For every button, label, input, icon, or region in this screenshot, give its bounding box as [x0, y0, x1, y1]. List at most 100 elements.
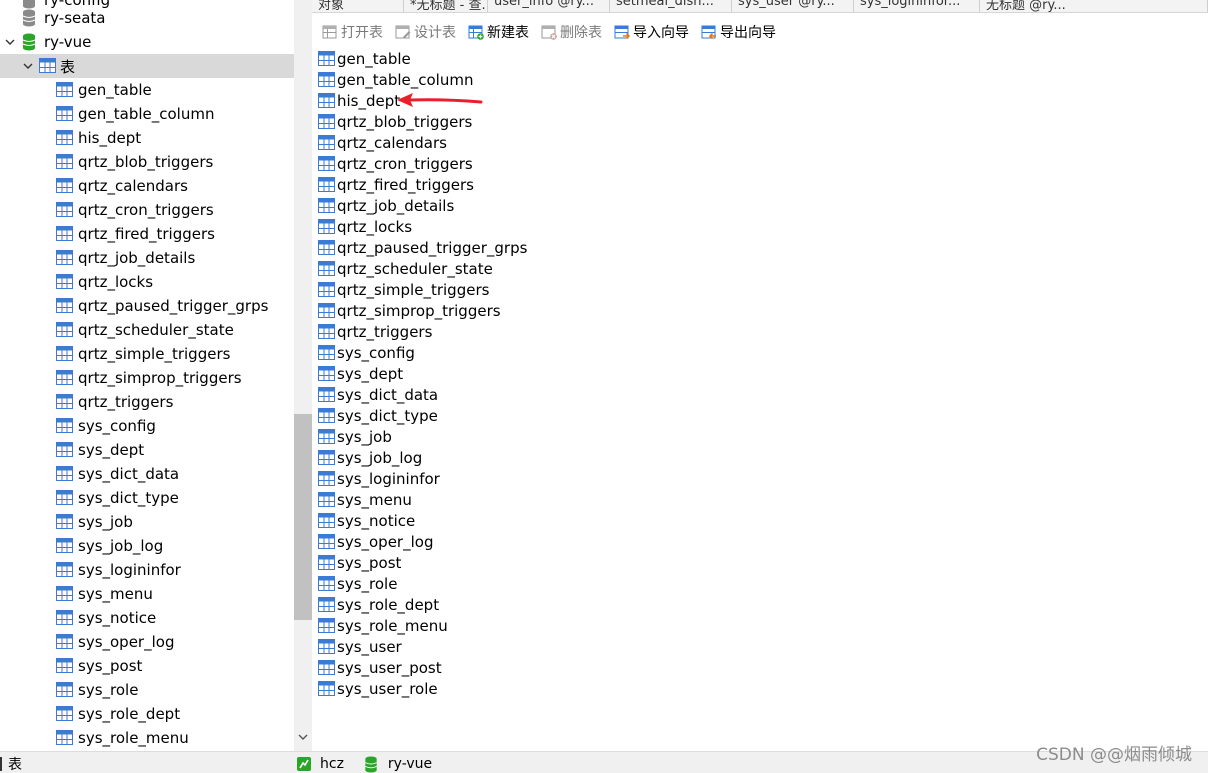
import-wizard-button[interactable]: 导入向导 — [610, 19, 689, 45]
object-list-item[interactable]: sys_job_log — [318, 447, 422, 468]
tab-sys-logininfor[interactable]: sys_logininfor... — [854, 0, 980, 12]
tab-label: *无标题 - 查... — [410, 0, 488, 12]
tree-item-ry-seata[interactable]: ry-seata — [0, 6, 294, 30]
new-table-button[interactable]: 新建表 — [464, 19, 529, 45]
tree-item-table[interactable]: sys_menu — [0, 582, 294, 606]
tree-item-table[interactable]: qrtz_fired_triggers — [0, 222, 294, 246]
status-right: hcz ry-vue — [294, 754, 448, 773]
tree-item-table[interactable]: sys_post — [0, 654, 294, 678]
tab-sys-user[interactable]: sys_user @ry... — [732, 0, 854, 12]
object-name: qrtz_simprop_triggers — [337, 301, 501, 320]
tree-item-table[interactable]: sys_config — [0, 414, 294, 438]
tree-item-table[interactable]: qrtz_locks — [0, 270, 294, 294]
object-list-item[interactable]: qrtz_simprop_triggers — [318, 300, 501, 321]
object-list-item[interactable]: sys_menu — [318, 489, 412, 510]
export-wizard-button[interactable]: 导出向导 — [697, 19, 776, 45]
navigator-pane: ry-config ry-seata ry-vue 表 gen_table ge… — [0, 0, 294, 751]
object-name: gen_table — [337, 49, 411, 68]
tree-item-table[interactable]: sys_logininfor — [0, 558, 294, 582]
tree-item-table[interactable]: gen_table_column — [0, 102, 294, 126]
object-list-item[interactable]: qrtz_job_details — [318, 195, 454, 216]
object-name: sys_user — [337, 637, 402, 656]
chevron-down-icon[interactable] — [22, 60, 34, 72]
tree-item-table[interactable]: sys_oper_log — [0, 630, 294, 654]
tree-item-table[interactable]: sys_dict_type — [0, 486, 294, 510]
object-list-item[interactable]: qrtz_calendars — [318, 132, 447, 153]
tab-objects[interactable]: 对象 — [312, 0, 404, 12]
tree-item-table[interactable]: qrtz_paused_trigger_grps — [0, 294, 294, 318]
object-list-item[interactable]: qrtz_simple_triggers — [318, 279, 489, 300]
object-name: sys_role — [337, 574, 398, 593]
tab-user-info[interactable]: user_info @ry... — [488, 0, 610, 12]
tree-item-table[interactable]: qrtz_blob_triggers — [0, 150, 294, 174]
tab-untitled[interactable]: 无标题 @ry... — [980, 0, 1208, 12]
tree-item-table[interactable]: sys_job — [0, 510, 294, 534]
navigator-scrollbar[interactable] — [294, 0, 312, 751]
object-list-item[interactable]: sys_job — [318, 426, 392, 447]
table-icon — [56, 442, 73, 457]
object-list-item[interactable]: sys_config — [318, 342, 415, 363]
tree-item-table[interactable]: gen_table — [0, 78, 294, 102]
object-list-item[interactable]: sys_user_post — [318, 657, 442, 678]
tree-item-table[interactable]: sys_job_log — [0, 534, 294, 558]
object-list-item[interactable]: qrtz_fired_triggers — [318, 174, 474, 195]
scroll-down-icon[interactable] — [297, 731, 309, 743]
database-icon — [365, 755, 377, 773]
object-list-item[interactable]: qrtz_locks — [318, 216, 412, 237]
object-list-item[interactable]: sys_dept — [318, 363, 403, 384]
tree-item-table[interactable]: sys_role_dept — [0, 702, 294, 726]
object-list-item[interactable]: qrtz_triggers — [318, 321, 432, 342]
object-list-item[interactable]: sys_user — [318, 636, 402, 657]
tree-item-ry-vue[interactable]: ry-vue — [0, 30, 294, 54]
tree-item-table[interactable]: qrtz_scheduler_state — [0, 318, 294, 342]
open-table-button[interactable]: 打开表 — [318, 19, 383, 45]
button-label: 设计表 — [414, 25, 456, 41]
object-list-item[interactable]: sys_logininfor — [318, 468, 440, 489]
tree-item-table[interactable]: sys_dept — [0, 438, 294, 462]
tree-item-table[interactable]: sys_role_menu — [0, 726, 294, 750]
table-icon — [318, 114, 335, 129]
object-list-item[interactable]: gen_table_column — [318, 69, 473, 90]
tree-item-label: sys_config — [78, 417, 156, 435]
export-wizard-icon — [701, 25, 716, 40]
object-list-item[interactable]: sys_oper_log — [318, 531, 433, 552]
tree-item-table[interactable]: qrtz_cron_triggers — [0, 198, 294, 222]
tree-item-table[interactable]: qrtz_simple_triggers — [0, 342, 294, 366]
tree-item-label: qrtz_blob_triggers — [78, 153, 214, 171]
object-list-item[interactable]: sys_notice — [318, 510, 415, 531]
tree-item-table[interactable]: qrtz_calendars — [0, 174, 294, 198]
table-icon — [318, 51, 335, 66]
object-list-item[interactable]: qrtz_blob_triggers — [318, 111, 472, 132]
object-list-item[interactable]: his_dept — [318, 90, 400, 111]
watermark: CSDN @@烟雨倾城 — [1036, 745, 1192, 765]
object-list-item[interactable]: qrtz_scheduler_state — [318, 258, 493, 279]
design-table-button[interactable]: 设计表 — [391, 19, 456, 45]
object-list-item[interactable]: sys_dict_type — [318, 405, 438, 426]
table-icon — [56, 82, 73, 97]
tree-item-table[interactable]: sys_dict_data — [0, 462, 294, 486]
tree-item-table[interactable]: sys_role — [0, 678, 294, 702]
tree-item-table[interactable]: qrtz_triggers — [0, 390, 294, 414]
object-list-item[interactable]: sys_dict_data — [318, 384, 438, 405]
tab-untitled-query[interactable]: *无标题 - 查... — [404, 0, 488, 12]
table-icon — [318, 240, 335, 255]
tree-item-table[interactable]: sys_notice — [0, 606, 294, 630]
object-list-item[interactable]: sys_post — [318, 552, 401, 573]
chevron-down-icon[interactable] — [4, 36, 16, 48]
object-list-item[interactable]: sys_user_role — [318, 678, 438, 699]
object-list-item[interactable]: qrtz_cron_triggers — [318, 153, 473, 174]
tree-item-table[interactable]: his_dept — [0, 126, 294, 150]
tab-setmeal-dish[interactable]: setmeal_dish... — [610, 0, 732, 12]
table-icon — [56, 562, 73, 577]
object-list-item[interactable]: qrtz_paused_trigger_grps — [318, 237, 527, 258]
object-list-item[interactable]: sys_role_dept — [318, 594, 439, 615]
tree-item-table[interactable]: qrtz_job_details — [0, 246, 294, 270]
object-list-item[interactable]: sys_role — [318, 573, 397, 594]
tree-item-table[interactable]: qrtz_simprop_triggers — [0, 366, 294, 390]
object-list-item[interactable]: gen_table — [318, 48, 411, 69]
scrollbar-thumb[interactable] — [294, 414, 312, 620]
object-list-item[interactable]: sys_role_menu — [318, 615, 448, 636]
table-icon — [39, 58, 56, 73]
delete-table-button[interactable]: 删除表 — [537, 19, 602, 45]
tree-item-tables[interactable]: 表 — [0, 54, 294, 78]
